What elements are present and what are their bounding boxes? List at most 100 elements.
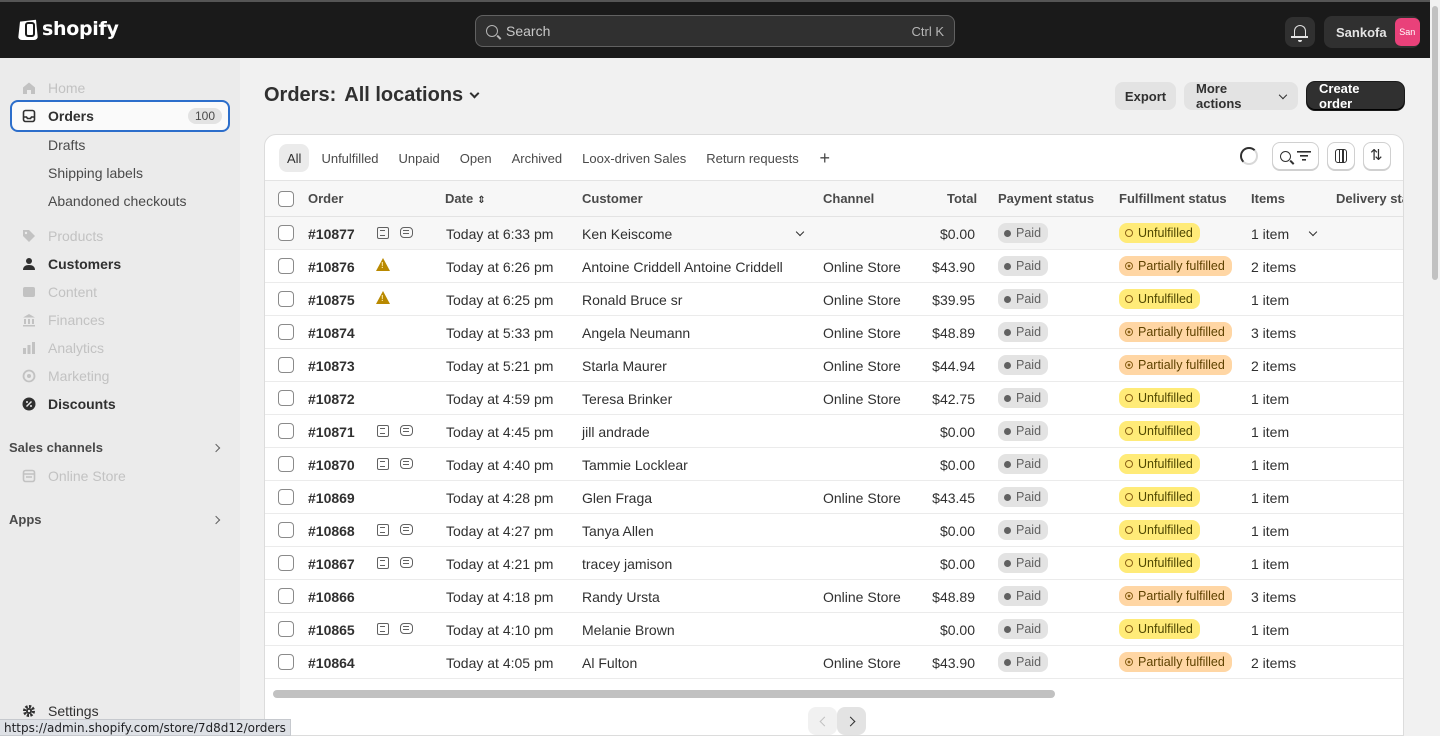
order-customer[interactable]: Melanie Brown: [582, 622, 675, 638]
note-icon[interactable]: [377, 458, 389, 470]
chat-icon[interactable]: [400, 623, 413, 634]
table-row[interactable]: #10877 Today at 6:33 pm Ken Keiscome $0.00 P…: [265, 217, 1403, 250]
row-checkbox[interactable]: [278, 489, 294, 505]
tab-loox-driven-sales[interactable]: Loox-driven Sales: [574, 144, 694, 172]
order-customer[interactable]: Antoine Criddell Antoine Criddell: [582, 259, 783, 275]
table-row[interactable]: #10869 Today at 4:28 pm Glen Fraga Online S…: [265, 481, 1403, 514]
column-customer[interactable]: Customer: [582, 191, 643, 206]
sidebar-item-home[interactable]: Home: [10, 73, 230, 103]
chat-icon[interactable]: [400, 458, 413, 469]
order-items[interactable]: 1 item: [1251, 457, 1289, 473]
user-menu-button[interactable]: Sankofa San: [1324, 16, 1420, 48]
order-number[interactable]: #10872: [308, 391, 355, 407]
select-all-checkbox[interactable]: [278, 191, 294, 207]
chat-icon[interactable]: [400, 557, 413, 568]
order-customer[interactable]: Teresa Brinker: [582, 391, 672, 407]
table-row[interactable]: #10865 Today at 4:10 pm Melanie Brown $0.00…: [265, 613, 1403, 646]
row-checkbox[interactable]: [278, 225, 294, 241]
items-chevron-down-icon[interactable]: [1308, 227, 1318, 237]
note-icon[interactable]: [377, 524, 389, 536]
table-row[interactable]: #10868 Today at 4:27 pm Tanya Allen $0.00 Pa…: [265, 514, 1403, 547]
tab-open[interactable]: Open: [452, 144, 500, 172]
order-items[interactable]: 3 items: [1251, 589, 1296, 605]
order-customer[interactable]: tracey jamison: [582, 556, 672, 572]
order-number[interactable]: #10868: [308, 523, 355, 539]
column-date[interactable]: Date ⇕: [445, 191, 486, 206]
order-number[interactable]: #10877: [308, 226, 355, 242]
order-number[interactable]: #10876: [308, 259, 355, 275]
sidebar-item-content[interactable]: Content: [10, 277, 230, 307]
chat-icon[interactable]: [400, 524, 413, 535]
row-checkbox[interactable]: [278, 555, 294, 571]
note-icon[interactable]: [377, 425, 389, 437]
order-customer[interactable]: Ronald Bruce sr: [582, 292, 682, 308]
order-number[interactable]: #10874: [308, 325, 355, 341]
sidebar-item-shipping-labels[interactable]: Shipping labels: [48, 165, 143, 181]
row-checkbox[interactable]: [278, 588, 294, 604]
table-row[interactable]: #10873 Today at 5:21 pm Starla Maurer Onlin…: [265, 349, 1403, 382]
note-icon[interactable]: [377, 623, 389, 635]
table-row[interactable]: #10870 Today at 4:40 pm Tammie Locklear $0.…: [265, 448, 1403, 481]
order-items[interactable]: 1 item: [1251, 490, 1289, 506]
order-customer[interactable]: Al Fulton: [582, 655, 637, 671]
shopify-logo[interactable]: shopify: [18, 17, 119, 40]
sort-button[interactable]: [1363, 142, 1391, 170]
search-filter-button[interactable]: [1272, 142, 1319, 170]
column-items[interactable]: Items: [1251, 191, 1285, 206]
sidebar-item-abandoned-checkouts[interactable]: Abandoned checkouts: [48, 193, 187, 209]
order-items[interactable]: 1 item: [1251, 226, 1289, 242]
order-number[interactable]: #10875: [308, 292, 355, 308]
order-items[interactable]: 2 items: [1251, 259, 1296, 275]
location-selector[interactable]: All locations: [344, 84, 480, 107]
row-checkbox[interactable]: [278, 423, 294, 439]
chat-icon[interactable]: [400, 227, 413, 238]
global-search[interactable]: Ctrl K: [475, 15, 955, 47]
order-customer[interactable]: jill andrade: [582, 424, 650, 440]
sidebar-item-orders[interactable]: Orders 100: [10, 100, 230, 132]
export-button[interactable]: Export: [1115, 82, 1176, 110]
order-customer[interactable]: Tammie Locklear: [582, 457, 688, 473]
sidebar-item-marketing[interactable]: Marketing: [10, 361, 230, 391]
note-icon[interactable]: [377, 227, 389, 239]
note-icon[interactable]: [377, 557, 389, 569]
next-page-button[interactable]: [837, 707, 866, 735]
previous-page-button[interactable]: [808, 707, 837, 735]
search-input[interactable]: [506, 23, 912, 39]
tab-unpaid[interactable]: Unpaid: [391, 144, 448, 172]
order-customer[interactable]: Randy Ursta: [582, 589, 660, 605]
apps-section[interactable]: Apps: [9, 512, 231, 527]
warning-icon[interactable]: [376, 291, 390, 304]
horizontal-scrollbar[interactable]: [273, 690, 1055, 698]
columns-button[interactable]: [1327, 142, 1355, 170]
warning-icon[interactable]: [376, 258, 390, 271]
order-number[interactable]: #10869: [308, 490, 355, 506]
row-checkbox[interactable]: [278, 522, 294, 538]
order-number[interactable]: #10864: [308, 655, 355, 671]
table-row[interactable]: #10872 Today at 4:59 pm Teresa Brinker Onli…: [265, 382, 1403, 415]
table-row[interactable]: #10874 Today at 5:33 pm Angela Neumann Onli…: [265, 316, 1403, 349]
create-order-button[interactable]: Create order: [1307, 81, 1404, 111]
row-checkbox[interactable]: [278, 258, 294, 274]
add-view-button[interactable]: +: [811, 144, 839, 172]
table-row[interactable]: #10867 Today at 4:21 pm tracey jamison $0.0…: [265, 547, 1403, 580]
sales-channels-section[interactable]: Sales channels: [9, 440, 231, 455]
order-customer[interactable]: Glen Fraga: [582, 490, 652, 506]
page-scrollbar[interactable]: [1430, 0, 1440, 736]
order-items[interactable]: 2 items: [1251, 358, 1296, 374]
row-checkbox[interactable]: [278, 654, 294, 670]
column-delivery-status[interactable]: Delivery status: [1336, 191, 1403, 206]
order-customer[interactable]: Starla Maurer: [582, 358, 667, 374]
order-number[interactable]: #10866: [308, 589, 355, 605]
table-row[interactable]: #10866 Today at 4:18 pm Randy Ursta Online …: [265, 580, 1403, 613]
customer-chevron-down-icon[interactable]: [795, 227, 805, 237]
order-number[interactable]: #10867: [308, 556, 355, 572]
row-checkbox[interactable]: [278, 621, 294, 637]
order-number[interactable]: #10865: [308, 622, 355, 638]
order-items[interactable]: 1 item: [1251, 523, 1289, 539]
order-items[interactable]: 3 items: [1251, 325, 1296, 341]
table-row[interactable]: #10875 Today at 6:25 pm Ronald Bruce sr Onl…: [265, 283, 1403, 316]
notifications-button[interactable]: [1285, 17, 1315, 47]
order-items[interactable]: 1 item: [1251, 292, 1289, 308]
sidebar-item-products[interactable]: Products: [10, 221, 230, 251]
row-checkbox[interactable]: [278, 357, 294, 373]
